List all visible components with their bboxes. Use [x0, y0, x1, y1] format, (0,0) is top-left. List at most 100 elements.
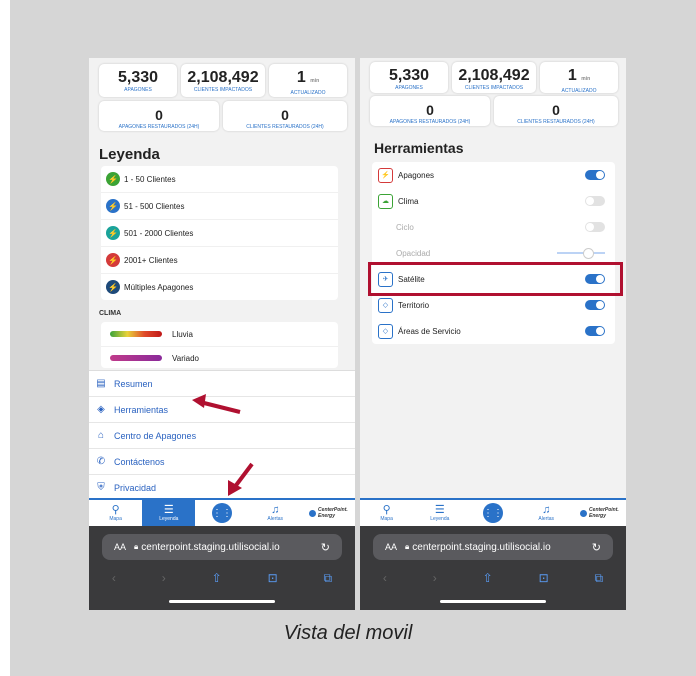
legend-item: ⚡ Múltiples Apagones	[101, 274, 338, 300]
tool-label: Áreas de Servicio	[398, 326, 461, 336]
clima-toggle[interactable]	[585, 196, 605, 206]
stat-restored-outages: 0 APAGONES RESTAURADOS (24h)	[370, 96, 490, 126]
reload-icon[interactable]: ↻	[592, 541, 601, 554]
stat-value: 1	[296, 69, 306, 86]
url-bar[interactable]: AA 🔒︎ centerpoint.staging.utilisocial.io…	[102, 534, 342, 560]
stat-updated: 1 min ACTUALIZADO	[269, 64, 347, 97]
opacity-slider[interactable]	[557, 248, 605, 259]
forward-icon[interactable]: ›	[162, 571, 166, 585]
tool-apagones: ⚡ Apagones	[372, 162, 615, 188]
stat-value: 1	[567, 67, 577, 84]
tool-label: Clima	[398, 196, 419, 206]
reload-icon[interactable]: ↻	[321, 541, 330, 554]
tool-label: Ciclo	[396, 222, 414, 232]
tab-map[interactable]: ⚲ Mapa	[89, 500, 142, 526]
apagones-toggle[interactable]	[585, 170, 605, 180]
forward-icon[interactable]: ›	[433, 571, 437, 585]
outage-center-icon: ⌂	[97, 430, 105, 441]
layers-icon: ◈	[97, 404, 105, 415]
stat-value: 5,330	[117, 69, 159, 86]
tools-title: Herramientas	[374, 140, 464, 156]
tabs-icon[interactable]: ⧉	[323, 571, 332, 586]
menu-item-label: Herramientas	[114, 404, 169, 415]
tab-alerts[interactable]: ♫ Alertas	[249, 500, 302, 526]
slider-handle[interactable]	[583, 248, 594, 259]
tool-label: Apagones	[398, 170, 435, 180]
share-icon[interactable]: ⇧	[483, 571, 493, 585]
centerpoint-logo: CenterPoint. Energy	[309, 507, 348, 519]
text-size-button[interactable]: AA	[385, 542, 397, 552]
legend-item-label: Múltiples Apagones	[124, 282, 194, 292]
ciclo-toggle[interactable]	[585, 222, 605, 232]
menu-item-label: Privacidad	[114, 482, 157, 493]
browser-chrome: AA 🔒︎ centerpoint.staging.utilisocial.io…	[89, 526, 355, 610]
legend-item-label: 2001+ Clientes	[124, 255, 178, 265]
stat-value: 0	[552, 102, 560, 118]
legend-list: ⚡ 1 - 50 Clientes ⚡ 51 - 500 Clientes ⚡ …	[101, 166, 338, 300]
back-icon[interactable]: ‹	[112, 571, 116, 585]
bottom-tabbar: ⚲ Mapa ☰ Leyenda ⋮⋮ ♫ Alertas CenterPoin…	[360, 498, 626, 526]
tab-menu[interactable]: ⋮⋮	[466, 500, 519, 526]
territory-icon: ◇	[378, 297, 393, 313]
back-icon[interactable]: ‹	[383, 571, 387, 585]
tab-label: Alertas	[538, 515, 554, 522]
lock-icon: 🔒︎	[134, 542, 139, 551]
tool-ciclo: Ciclo	[372, 214, 615, 240]
legend-item: ⚡ 2001+ Clientes	[101, 247, 338, 274]
tab-legend[interactable]: ☰ Leyenda	[142, 500, 196, 526]
legend-item: ⚡ 501 - 2000 Clientes	[101, 220, 338, 247]
bell-icon: ♫	[271, 503, 280, 516]
phone-screenshot-legend: 5,330 APAGONES 2,108,492 CLIENTES IMPACT…	[89, 58, 355, 610]
browser-nav: ‹ › ⇧ ⊡ ⧉	[360, 568, 626, 588]
arrow-to-menu-button	[228, 462, 254, 496]
list-icon: ▤	[96, 378, 106, 389]
bolt-icon: ⚡	[106, 172, 120, 186]
stat-outages: 5,330 APAGONES	[370, 62, 448, 93]
areas-servicio-toggle[interactable]	[585, 326, 605, 336]
stats-panel: 5,330 APAGONES 2,108,492 CLIENTES IMPACT…	[89, 58, 355, 136]
bolt-icon: ⚡	[106, 280, 120, 294]
tab-legend[interactable]: ☰ Leyenda	[413, 500, 466, 526]
stat-label: CLIENTES IMPACTADOS	[193, 87, 253, 93]
weather-icon: ☁	[378, 193, 393, 209]
weather-item-label: Lluvia	[172, 329, 193, 339]
stat-label: CLIENTES RESTAURADOS (24h)	[517, 119, 595, 125]
menu-item-label: Resumen	[114, 378, 153, 389]
stat-value: 5,330	[388, 67, 430, 84]
text-size-button[interactable]: AA	[114, 542, 126, 552]
tab-menu[interactable]: ⋮⋮	[195, 500, 248, 526]
share-icon[interactable]: ⇧	[212, 571, 222, 585]
stat-value: 0	[281, 107, 289, 123]
stat-label: APAGONES RESTAURADOS (24h)	[118, 124, 200, 130]
bookmarks-icon[interactable]: ⊡	[268, 571, 278, 585]
territorio-toggle[interactable]	[585, 300, 605, 310]
weather-item: Variado	[101, 347, 338, 369]
phone-screenshot-tools: 5,330 APAGONES 2,108,492 CLIENTES IMPACT…	[360, 58, 626, 610]
weather-item-label: Variado	[172, 353, 199, 363]
bookmarks-icon[interactable]: ⊡	[539, 571, 549, 585]
tabs-icon[interactable]: ⧉	[594, 571, 603, 586]
phone-icon: ✆	[96, 456, 106, 467]
url-text: centerpoint.staging.utilisocial.io	[141, 541, 280, 553]
stat-value: 0	[155, 107, 163, 123]
stat-updated: 1 min ACTUALIZADO	[540, 62, 618, 94]
tab-alerts[interactable]: ♫ Alertas	[520, 500, 573, 526]
menu-item-label: Centro de Apagones	[114, 430, 197, 441]
map-pin-icon: ⚲	[382, 503, 391, 516]
url-bar[interactable]: AA 🔒︎ centerpoint.staging.utilisocial.io…	[373, 534, 613, 560]
list-icon: ☰	[434, 503, 445, 516]
legend-item: ⚡ 1 - 50 Clientes	[101, 166, 338, 193]
legend-item-label: 1 - 50 Clientes	[124, 174, 176, 184]
tab-brand: CenterPoint. Energy	[573, 500, 626, 526]
tool-label: Opacidad	[396, 248, 431, 258]
menu-item-centro-apagones[interactable]: ⌂ Centro de Apagones	[89, 423, 355, 449]
lock-icon: 🔒︎	[405, 542, 410, 551]
weather-legend: Lluvia Variado	[101, 322, 338, 368]
stat-outages: 5,330 APAGONES	[99, 64, 177, 97]
tab-label: Leyenda	[159, 515, 179, 522]
tab-map[interactable]: ⚲ Mapa	[360, 500, 413, 526]
centerpoint-logo: CenterPoint. Energy	[580, 507, 619, 519]
shield-icon: ⛨	[97, 482, 105, 493]
weather-heading: CLIMA	[99, 310, 122, 317]
tab-label: Leyenda	[430, 515, 450, 522]
